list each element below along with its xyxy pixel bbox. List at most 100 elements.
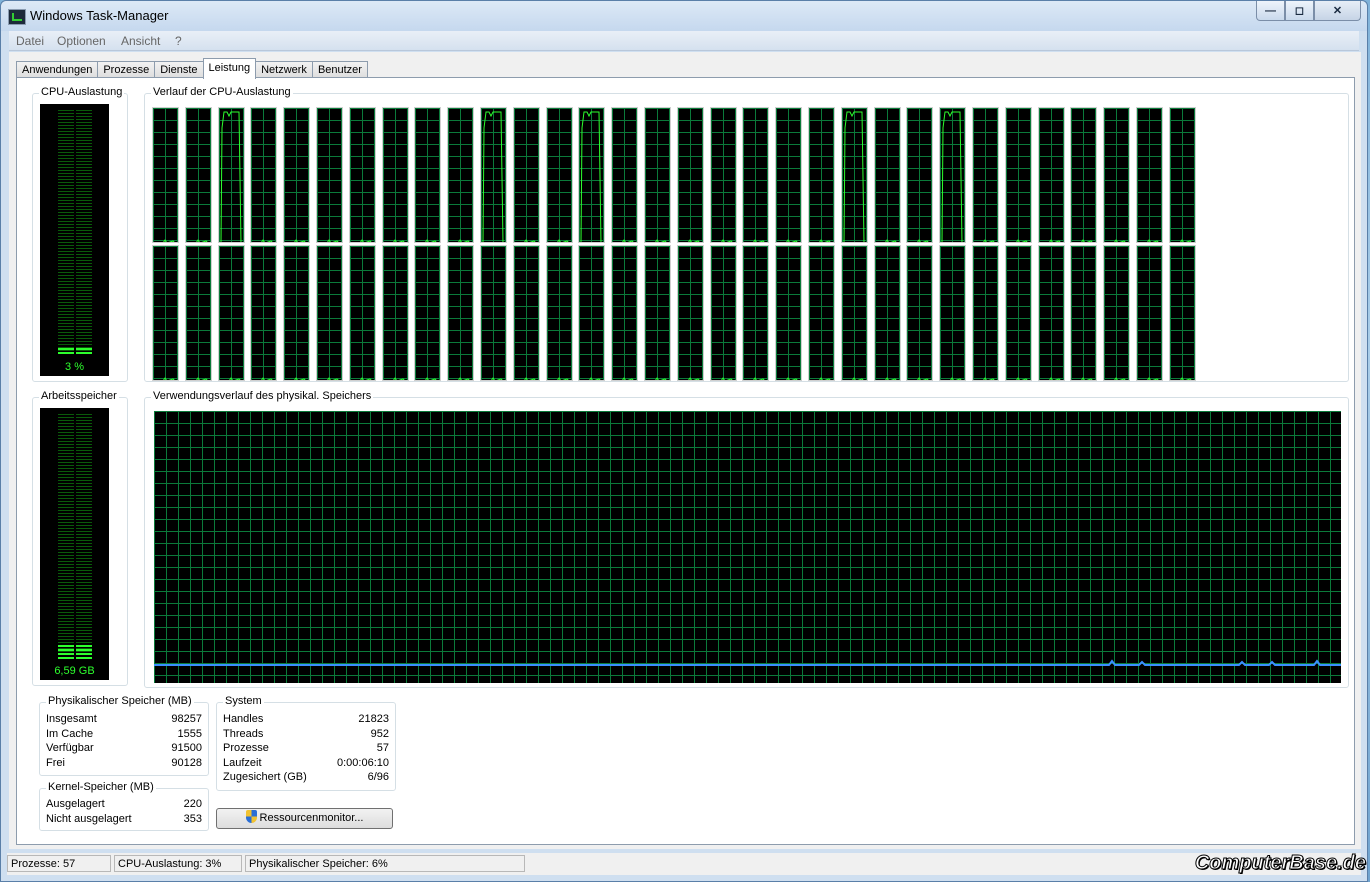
cpu-core-graph bbox=[447, 107, 475, 243]
memory-meter: 6,59 GB bbox=[40, 408, 109, 680]
stat-value: 57 bbox=[376, 742, 389, 754]
cpu-core-line bbox=[1114, 377, 1126, 380]
cpu-core-graph bbox=[1070, 245, 1098, 381]
cpu-core-line bbox=[1081, 239, 1094, 242]
cpu-core-line bbox=[720, 377, 733, 380]
stat-value: 6/96 bbox=[367, 771, 389, 783]
stat-key: Laufzeit bbox=[223, 757, 262, 769]
cpu-core-graph bbox=[1070, 107, 1098, 243]
cpu-core-graph bbox=[316, 245, 343, 381]
menu-ansicht[interactable]: Ansicht bbox=[121, 34, 160, 48]
title-bar[interactable]: Windows Task-Manager — ◻ ✕ bbox=[1, 1, 1367, 31]
stat-row: Verfügbar 91500 bbox=[46, 742, 202, 756]
cpu-core-line bbox=[851, 377, 864, 380]
cpu-core-line bbox=[1114, 239, 1126, 242]
cpu-core-line bbox=[983, 239, 995, 242]
cpu-core-line bbox=[687, 377, 700, 380]
stat-key: Prozesse bbox=[223, 742, 269, 754]
cpu-core-graph bbox=[611, 245, 639, 381]
menu-help[interactable]: ? bbox=[175, 34, 182, 48]
cpu-core-line bbox=[819, 377, 831, 380]
cpu-core-graph bbox=[709, 107, 737, 243]
cpu-core-graph bbox=[348, 245, 376, 381]
cpu-core-graph bbox=[611, 107, 639, 243]
stat-row: Ausgelagert 220 bbox=[46, 798, 202, 812]
tab-strip: Anwendungen Prozesse Dienste Leistung Ne… bbox=[16, 58, 368, 79]
cpu-core-graph bbox=[578, 107, 606, 243]
cpu-core-graph bbox=[217, 245, 245, 381]
cpu-core-graph bbox=[939, 107, 967, 243]
close-button[interactable]: ✕ bbox=[1314, 1, 1361, 21]
memory-usage-line bbox=[154, 659, 1341, 666]
stat-key: Ausgelagert bbox=[46, 798, 105, 810]
cpu-core-graph bbox=[250, 107, 278, 243]
cpu-core-line bbox=[1015, 239, 1028, 242]
tab-leistung[interactable]: Leistung bbox=[202, 58, 257, 79]
cpu-core-line bbox=[392, 239, 405, 242]
cpu-core-line bbox=[523, 377, 536, 380]
kernel-memory-group: Kernel-Speicher (MB) Ausgelagert 220 Nich… bbox=[39, 781, 209, 831]
cpu-core-line bbox=[1179, 239, 1192, 242]
cpu-core-line bbox=[983, 377, 995, 380]
cpu-core-line bbox=[786, 377, 798, 380]
cpu-core-graph bbox=[316, 107, 343, 243]
menu-optionen[interactable]: Optionen bbox=[57, 34, 106, 48]
cpu-core-graph bbox=[676, 107, 704, 243]
cpu-core-line bbox=[359, 377, 372, 380]
maximize-button[interactable]: ◻ bbox=[1285, 1, 1314, 21]
cpu-core-graph bbox=[873, 107, 901, 243]
cpu-core-line bbox=[458, 239, 470, 242]
cpu-core-line bbox=[359, 239, 372, 242]
cpu-core-line bbox=[589, 377, 602, 380]
stat-row: Zugesichert (GB) 6/96 bbox=[223, 771, 389, 785]
cpu-history-group: Verlauf der CPU-Auslastung bbox=[144, 86, 1349, 382]
cpu-core-graph bbox=[447, 245, 475, 381]
cpu-core-graph bbox=[512, 245, 540, 381]
stat-key: Zugesichert (GB) bbox=[223, 771, 307, 783]
cpu-core-line bbox=[261, 239, 274, 242]
cpu-core-line bbox=[294, 239, 306, 242]
cpu-core-line bbox=[458, 377, 470, 380]
cpu-core-line bbox=[950, 377, 962, 380]
cpu-core-line bbox=[491, 377, 503, 380]
cpu-core-line bbox=[786, 239, 798, 242]
close-icon: ✕ bbox=[1332, 5, 1343, 17]
memory-label: Arbeitsspeicher bbox=[39, 390, 119, 402]
cpu-core-graph bbox=[184, 107, 212, 243]
cpu-core-line bbox=[425, 377, 438, 380]
cpu-core-line bbox=[327, 377, 339, 380]
cpu-core-line bbox=[941, 111, 963, 242]
menu-datei[interactable]: Datei bbox=[16, 34, 44, 48]
physical-memory-label: Physikalischer Speicher (MB) bbox=[46, 695, 194, 707]
cpu-history-label: Verlauf der CPU-Auslastung bbox=[151, 86, 293, 98]
stat-row: Nicht ausgelagert 353 bbox=[46, 813, 202, 827]
task-manager-window: Windows Task-Manager — ◻ ✕ Datei Optione… bbox=[0, 0, 1368, 882]
minimize-button[interactable]: — bbox=[1256, 1, 1285, 21]
uac-shield-icon bbox=[245, 810, 257, 823]
cpu-core-line bbox=[327, 239, 339, 242]
cpu-core-graph bbox=[1037, 245, 1065, 381]
kernel-memory-label: Kernel-Speicher (MB) bbox=[46, 781, 156, 793]
stat-value: 220 bbox=[183, 798, 202, 810]
cpu-core-graph bbox=[808, 107, 835, 243]
cpu-core-line bbox=[655, 377, 667, 380]
stat-row: Threads 952 bbox=[223, 728, 389, 742]
cpu-core-graph bbox=[1103, 245, 1131, 381]
cpu-core-graph bbox=[283, 245, 311, 381]
client-area: Anwendungen Prozesse Dienste Leistung Ne… bbox=[9, 52, 1361, 849]
cpu-core-line bbox=[687, 239, 700, 242]
resource-monitor-button[interactable]: Ressourcenmonitor... bbox=[216, 808, 393, 829]
status-memory: Physikalischer Speicher: 6% bbox=[245, 855, 525, 872]
cpu-core-graph bbox=[840, 107, 868, 243]
stat-row: Insgesamt 98257 bbox=[46, 713, 202, 727]
cpu-core-graph bbox=[873, 245, 901, 381]
stat-value: 91500 bbox=[171, 742, 202, 754]
cpu-core-graph bbox=[1103, 107, 1131, 243]
cpu-core-graph bbox=[480, 107, 507, 243]
memory-history-label: Verwendungsverlauf des physikal. Speiche… bbox=[151, 390, 374, 402]
cpu-core-graph bbox=[808, 245, 835, 381]
cpu-core-line bbox=[917, 377, 930, 380]
cpu-core-graph bbox=[709, 245, 737, 381]
cpu-core-graph bbox=[742, 245, 770, 381]
cpu-core-line bbox=[220, 111, 242, 242]
